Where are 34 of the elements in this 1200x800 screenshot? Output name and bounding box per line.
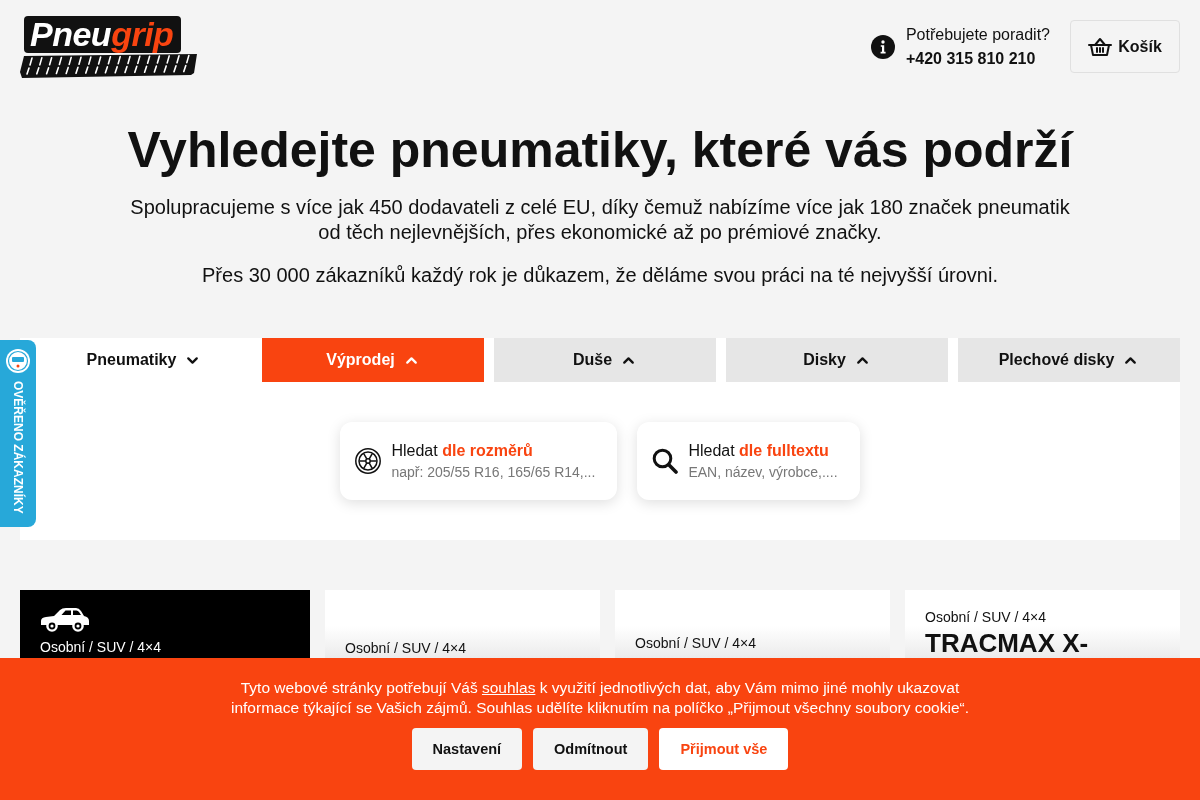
category-tab[interactable]: Výprodej — [262, 338, 484, 382]
phone-number[interactable]: +420 315 810 210 — [905, 47, 1050, 70]
cookie-option-button[interactable]: Odmítnout — [533, 728, 649, 770]
category-card[interactable]: Osobní / SUV / 4×4 — [20, 590, 310, 658]
product-title: TRACMAX X- — [925, 630, 1089, 656]
cookie-option-button[interactable]: Nastavení — [411, 728, 523, 770]
product-card[interactable]: Osobní / SUV / 4×4 — [325, 590, 600, 658]
wheel-icon — [355, 448, 382, 474]
category-tab[interactable]: Duše — [494, 338, 716, 382]
logo-text[interactable]: Pneugrip — [24, 15, 182, 53]
info-icon — [870, 34, 895, 59]
search-icon — [652, 448, 679, 474]
car-icon — [40, 606, 90, 632]
product-card[interactable]: Osobní / SUV / 4×4 — [615, 590, 890, 658]
product-card[interactable]: Osobní / SUV / 4×4 TRACMAX X- — [905, 590, 1180, 658]
category-label: Osobní / SUV / 4×4 — [40, 638, 161, 656]
consent-link[interactable]: souhlas — [481, 679, 536, 696]
page-title: Vyhledejte pneumatiky, které vás podrží — [127, 121, 1073, 180]
search-option-button[interactable]: Hledat dle rozměrů např: 205/55 R16, 165/65 R14,... — [340, 422, 618, 500]
category-tab[interactable]: Disky — [726, 338, 948, 382]
cookie-consent-text: Tyto webové stránky potřebují Váš souhlas k využití jednotlivých dat, aby Vám mimo jiné mohly ukazovat informace týkající se Vašich zájmů. Souhlas udělíte kliknutím na políčko „Přijmout všechny soubory cookie“. — [230, 678, 970, 718]
tire-tread-icon — [20, 53, 198, 78]
cart-button[interactable]: Košík — [1070, 20, 1180, 73]
intro-paragraph: Spolupracujeme s více jak 450 dodavateli z celé EU, díky čemuž nabízíme více jak 180 značek pneumatik od těch nejlevnějších, přes ekonomické až po prémiové značky. — [129, 195, 1071, 245]
basket-icon — [1088, 36, 1113, 57]
search-option-button[interactable]: Hledat dle fulltextu EAN, název, výrobce,.... — [637, 422, 860, 500]
category-label: Osobní / SUV / 4×4 — [635, 634, 756, 652]
accept-all-button[interactable]: Přijmout vše — [659, 728, 789, 770]
category-label: Osobní / SUV / 4×4 — [345, 639, 466, 657]
category-tab[interactable]: Plechové disky — [958, 338, 1180, 382]
intro-paragraph: Přes 30 000 zákazníků každý rok je důkazem, že děláme svou práci na té nejvyšší úrovni. — [202, 263, 998, 288]
seal-icon — [6, 349, 30, 373]
help-question: Potřebujete poradit? — [905, 24, 1050, 45]
category-label: Osobní / SUV / 4×4 — [925, 608, 1046, 626]
